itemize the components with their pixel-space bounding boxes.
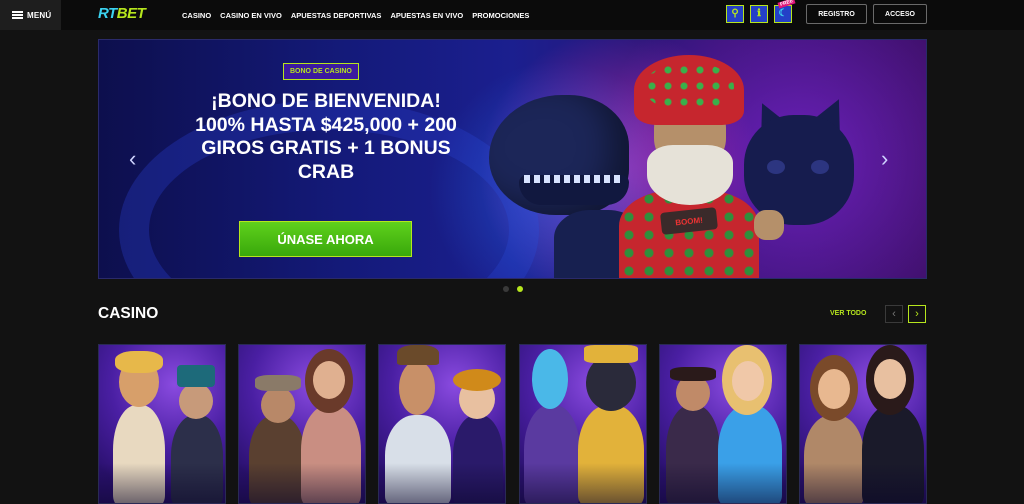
hamburger-icon xyxy=(12,11,23,19)
rtbet-logo[interactable]: RTBET xyxy=(98,5,146,22)
menu-label: MENÚ xyxy=(27,10,52,20)
banner-headline: ¡BONO DE BIENVENIDA! 100% HASTA $425,000… xyxy=(195,90,457,183)
main-nav: CASINO CASINO EN VIVO APUESTAS DEPORTIVA… xyxy=(182,0,529,30)
carousel-dots xyxy=(503,286,523,292)
game-card[interactable] xyxy=(378,344,506,504)
info-icon[interactable]: ℹ xyxy=(750,5,768,23)
chevron-right-icon[interactable]: › xyxy=(908,305,926,323)
free-spin-icon[interactable]: ☾ xyxy=(774,5,792,23)
game-card[interactable] xyxy=(238,344,366,504)
location-icon[interactable]: ⚲ xyxy=(726,5,744,23)
join-now-button[interactable]: ÚNASE AHORA xyxy=(239,221,412,257)
nav-apuestas-deportivas[interactable]: APUESTAS DEPORTIVAS xyxy=(291,11,382,20)
cat-character xyxy=(744,115,854,225)
chevron-left-icon[interactable]: ‹ xyxy=(885,305,903,323)
game-card[interactable] xyxy=(799,344,927,504)
carousel-dot-active[interactable] xyxy=(517,286,523,292)
game-card[interactable] xyxy=(98,344,226,504)
carousel-dot[interactable] xyxy=(503,286,509,292)
nav-casino-en-vivo[interactable]: CASINO EN VIVO xyxy=(220,11,282,20)
see-all-link[interactable]: VER TODO xyxy=(830,310,866,317)
nav-casino[interactable]: CASINO xyxy=(182,11,211,20)
registro-button[interactable]: REGISTRO xyxy=(806,4,867,24)
chevron-left-icon[interactable]: ‹ xyxy=(129,148,143,170)
promo-banner[interactable]: BOOM! BONO DE CASINO ¡BONO DE BIENVENIDA… xyxy=(98,39,927,279)
game-card[interactable] xyxy=(659,344,787,504)
menu-button[interactable]: MENÚ xyxy=(0,0,61,30)
bonus-tag: BONO DE CASINO xyxy=(283,63,359,80)
game-card[interactable] xyxy=(519,344,647,504)
chevron-right-icon[interactable]: › xyxy=(881,148,895,170)
section-title: CASINO xyxy=(98,305,159,322)
nav-apuestas-en-vivo[interactable]: APUESTAS EN VIVO xyxy=(390,11,463,20)
nav-promociones[interactable]: PROMOCIONES xyxy=(472,11,529,20)
acceso-button[interactable]: ACCESO xyxy=(873,4,927,24)
top-header: MENÚ RTBET CASINO CASINO EN VIVO APUESTA… xyxy=(0,0,1024,30)
